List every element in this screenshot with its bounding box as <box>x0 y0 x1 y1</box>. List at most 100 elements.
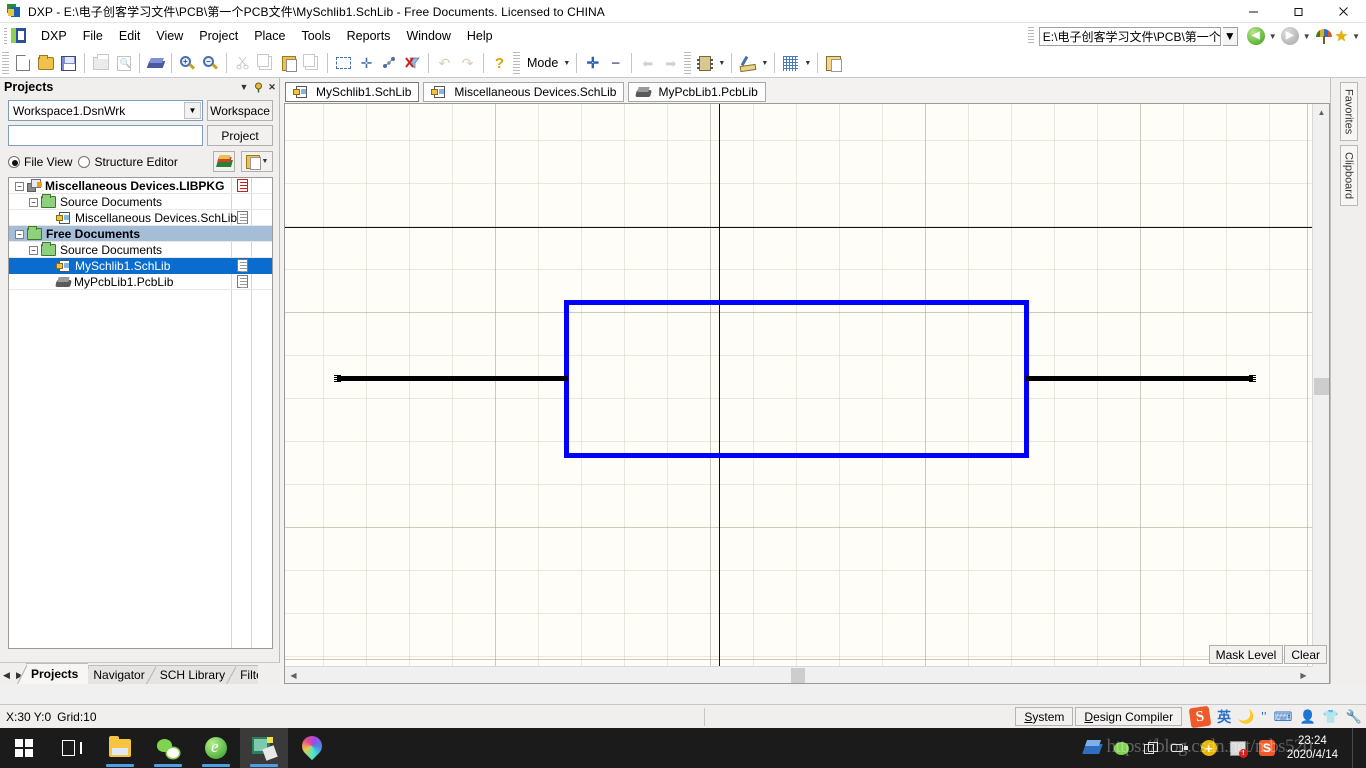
toolbar-grip-handle-2[interactable] <box>513 52 520 74</box>
path-dropdown-button[interactable]: ▼ <box>1222 26 1238 46</box>
paste-array-button[interactable] <box>300 52 323 75</box>
menu-item-dxp[interactable]: DXP <box>33 26 75 46</box>
vertical-scrollbar[interactable]: ▲ ▼ <box>1312 104 1329 666</box>
altium-designer-button[interactable] <box>240 728 288 768</box>
scroll-up-arrow-icon[interactable]: ▲ <box>1313 104 1329 121</box>
next-part-button[interactable]: ➡ <box>659 52 682 75</box>
workspace-panels-button[interactable] <box>822 52 845 75</box>
forward-dropdown-icon[interactable]: ▼ <box>1301 32 1313 41</box>
mask-level-button[interactable]: Mask Level <box>1208 645 1284 664</box>
zoom-out-button[interactable]: − <box>199 52 222 75</box>
chevron-down-icon[interactable]: ▼ <box>184 102 201 119</box>
maximize-button[interactable] <box>1276 0 1321 23</box>
close-button[interactable] <box>1321 0 1366 23</box>
grid-settings-button[interactable] <box>779 52 802 75</box>
component-pin-right[interactable] <box>1025 376 1253 381</box>
structure-editor-radio[interactable]: Structure Editor <box>78 155 178 169</box>
grid-dropdown-icon[interactable]: ▼ <box>802 52 813 75</box>
undo-button[interactable]: ↶ <box>433 52 456 75</box>
redo-button[interactable]: ↷ <box>456 52 479 75</box>
punctuation-icon[interactable]: '’ <box>1261 710 1266 723</box>
select-area-button[interactable] <box>332 52 355 75</box>
taskbar-clock[interactable]: 23:24 2020/4/14 <box>1287 734 1341 762</box>
file-explorer-button[interactable] <box>96 728 144 768</box>
tree-row[interactable]: MyPcbLib1.PcbLib <box>9 274 272 290</box>
close-icon[interactable]: ✕ <box>265 80 279 94</box>
move-selection-button[interactable]: ✛ <box>355 52 378 75</box>
print-preview-button[interactable] <box>112 52 135 75</box>
expander-icon[interactable]: − <box>15 181 24 191</box>
zoom-in-button[interactable]: + <box>176 52 199 75</box>
tree-row[interactable]: − Miscellaneous Devices.LIBPKG <box>9 178 272 194</box>
schematic-canvas[interactable] <box>285 104 1312 666</box>
favorites-dropdown-icon[interactable]: ▼ <box>1350 32 1362 41</box>
mode-dropdown-icon[interactable]: ▼ <box>561 52 572 75</box>
libraries-button[interactable] <box>213 151 235 172</box>
drawing-tools-button[interactable] <box>736 52 759 75</box>
board-insight-button[interactable] <box>144 52 167 75</box>
add-component-button[interactable]: ✛ <box>581 52 604 75</box>
show-desktop-button[interactable] <box>1352 728 1358 768</box>
expander-icon[interactable]: − <box>29 197 38 207</box>
dock-tab-favorites[interactable]: Favorites <box>1339 82 1358 142</box>
keyboard-icon[interactable]: ⌨ <box>1274 710 1293 723</box>
expander-icon[interactable]: − <box>15 229 24 239</box>
dock-tab-clipboard[interactable]: Clipboard <box>1339 145 1358 207</box>
path-grip-handle[interactable] <box>1027 27 1034 45</box>
moon-icon[interactable]: 🌙 <box>1238 710 1254 723</box>
document-tab-miscellaneous-devices[interactable]: Miscellaneous Devices.SchLib <box>423 82 625 102</box>
component-pin-left[interactable] <box>337 376 568 381</box>
menu-item-file[interactable]: File <box>75 26 111 46</box>
vertical-scroll-thumb[interactable] <box>1314 378 1329 395</box>
expander-icon[interactable]: − <box>29 245 38 255</box>
pin-icon[interactable] <box>251 80 265 94</box>
picture-error-icon[interactable]: ! <box>1229 739 1248 758</box>
new-document-button[interactable] <box>11 52 34 75</box>
clear-mask-button[interactable]: Clear <box>1284 645 1327 664</box>
start-button[interactable] <box>0 728 48 768</box>
scroll-right-arrow-icon[interactable]: ▶ <box>1295 667 1312 683</box>
wechat-button[interactable] <box>144 728 192 768</box>
ime-language-label[interactable]: 英 <box>1217 710 1231 724</box>
tree-row[interactable]: Miscellaneous Devices.SchLib <box>9 210 272 226</box>
workspace-combo[interactable]: Workspace1.DsnWrk ▼ <box>8 100 203 121</box>
browser-360-button[interactable] <box>192 728 240 768</box>
clear-selection-button[interactable] <box>378 52 401 75</box>
design-compiler-button[interactable]: Design Compiler <box>1075 707 1183 726</box>
menu-item-view[interactable]: View <box>148 26 191 46</box>
skin-icon[interactable]: 👕 <box>1323 710 1339 723</box>
print-button[interactable] <box>89 52 112 75</box>
previous-part-button[interactable]: ⬅ <box>636 52 659 75</box>
tab-projects[interactable]: Projects <box>17 663 89 684</box>
project-input[interactable] <box>8 125 203 146</box>
forward-arrow-icon[interactable]: ▶ <box>1280 27 1299 45</box>
task-view-button[interactable] <box>48 728 96 768</box>
remove-component-button[interactable]: − <box>604 52 627 75</box>
pin-hot-end-left[interactable] <box>334 375 341 382</box>
usb-icon[interactable] <box>1171 739 1189 757</box>
paste-button[interactable] <box>277 52 300 75</box>
project-button[interactable]: Project <box>207 125 273 146</box>
drawing-tools-dropdown-icon[interactable]: ▼ <box>759 52 770 75</box>
cube-icon[interactable] <box>1082 739 1104 757</box>
panel-dropdown-icon[interactable]: ▼ <box>237 80 251 94</box>
tree-row[interactable]: − Source Documents <box>9 194 272 210</box>
horizontal-scroll-thumb[interactable] <box>791 668 805 683</box>
tree-row[interactable]: − Source Documents <box>9 242 272 258</box>
menu-item-window[interactable]: Window <box>398 26 458 46</box>
tree-row[interactable]: − Free Documents <box>9 226 272 242</box>
tools-icon[interactable]: 🔧 <box>1346 710 1362 723</box>
user-icon[interactable]: 👤 <box>1299 710 1315 723</box>
scroll-left-arrow-icon[interactable]: ◀ <box>285 667 302 683</box>
menu-item-help[interactable]: Help <box>459 26 501 46</box>
copy-button[interactable] <box>254 52 277 75</box>
open-project-button[interactable]: ▼ <box>241 151 273 172</box>
workspace-button[interactable]: Workspace <box>207 100 273 121</box>
cut-button[interactable] <box>231 52 254 75</box>
minimize-button[interactable] <box>1231 0 1276 23</box>
component-dropdown-icon[interactable]: ▼ <box>716 52 727 75</box>
pin-hot-end-right[interactable] <box>1249 375 1256 382</box>
tree-row[interactable]: MySchlib1.SchLib <box>9 258 272 274</box>
context-help-button[interactable]: ? <box>488 52 511 75</box>
horizontal-scrollbar[interactable]: ◀ ▶ <box>285 666 1312 683</box>
